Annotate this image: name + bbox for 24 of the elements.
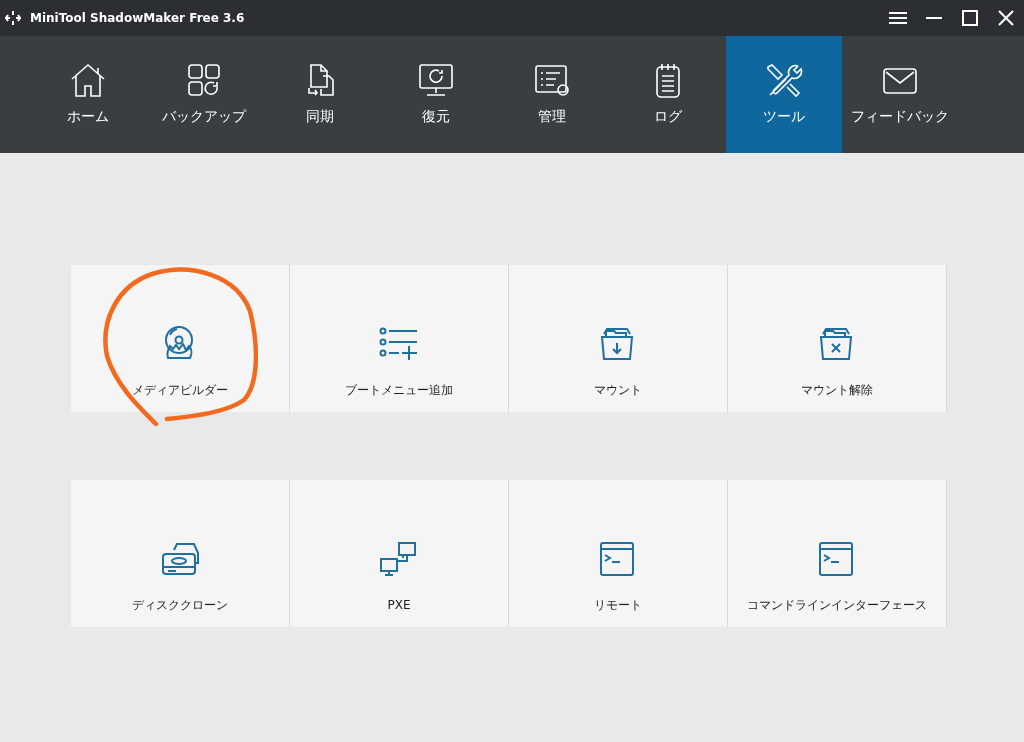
nav-tab[interactable]: ツール xyxy=(726,36,842,153)
tool-tile[interactable]: メディアビルダー xyxy=(71,265,289,412)
nav-tab[interactable]: 復元 xyxy=(378,36,494,153)
tool-tile[interactable]: PXE xyxy=(290,480,508,627)
tool-tile[interactable]: ブートメニュー追加 xyxy=(290,265,508,412)
tools-icon xyxy=(765,62,803,100)
home-icon xyxy=(69,62,107,100)
menu-icon xyxy=(889,11,907,25)
nav-tab[interactable]: バックアップ xyxy=(146,36,262,153)
tool-tile[interactable]: マウント xyxy=(509,265,727,412)
close-icon xyxy=(998,10,1014,26)
nav-tab[interactable]: 同期 xyxy=(262,36,378,153)
minimize-icon xyxy=(926,17,942,19)
nav-tab[interactable]: フィードバック xyxy=(842,36,958,153)
tool-tile[interactable]: マウント解除 xyxy=(728,265,946,412)
tool-tile[interactable]: リモート xyxy=(509,480,727,627)
nav-tab[interactable]: ログ xyxy=(610,36,726,153)
window-title: MiniTool ShadowMaker Free 3.6 xyxy=(30,10,245,27)
tool-tile[interactable]: ディスククローン xyxy=(71,480,289,627)
nav-tab[interactable]: 管理 xyxy=(494,36,610,153)
nav-tab[interactable]: ホーム xyxy=(30,36,146,153)
tool-tile[interactable]: コマンドラインインターフェース xyxy=(728,480,946,627)
maximize-icon xyxy=(962,10,978,26)
app-logo-icon xyxy=(4,10,22,26)
